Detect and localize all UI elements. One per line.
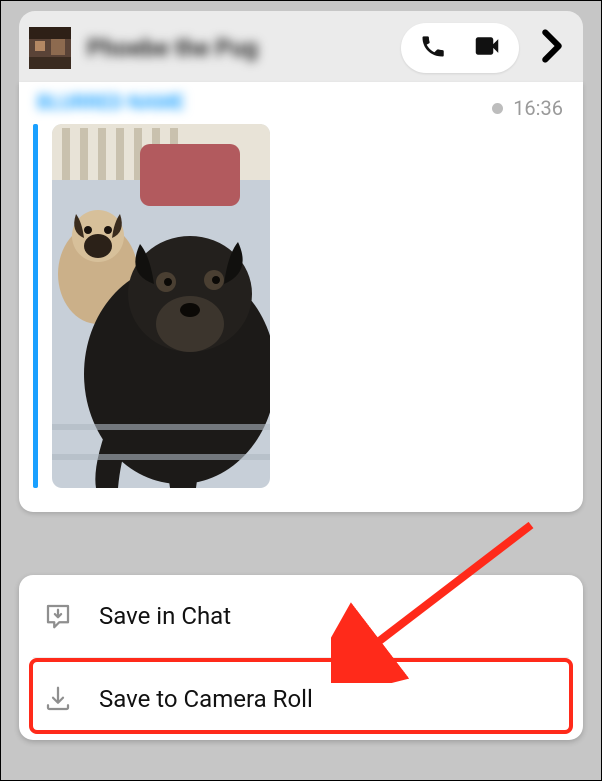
sender-label: BLURRED NAME [37,90,184,114]
download-icon [41,682,75,716]
more-button[interactable] [533,29,571,67]
voice-call-button[interactable] [407,26,459,70]
video-call-button[interactable] [461,26,513,70]
save-in-chat-button[interactable]: Save in Chat [19,575,583,657]
avatar[interactable] [29,27,71,69]
status-dot-icon [492,103,503,114]
sender-bar [33,124,38,488]
video-icon [472,31,502,65]
save-in-chat-label: Save in Chat [99,602,231,630]
chat-header: Phoebe the Pug [19,11,583,85]
chat-card: BLURRED NAME 16:36 [19,82,583,512]
call-actions [401,23,519,73]
save-in-chat-icon [41,599,75,633]
snap-photo[interactable] [52,124,270,488]
contact-name[interactable]: Phoebe the Pug [87,34,395,62]
delivery-status: 16:36 [492,96,563,120]
timestamp: 16:36 [513,96,563,120]
context-menu: Save in Chat Save to Camera Roll [19,575,583,740]
chevron-right-icon [541,29,563,67]
phone-icon [419,32,447,64]
save-to-camera-roll-label: Save to Camera Roll [99,685,313,713]
save-to-camera-roll-button[interactable]: Save to Camera Roll [19,658,583,740]
